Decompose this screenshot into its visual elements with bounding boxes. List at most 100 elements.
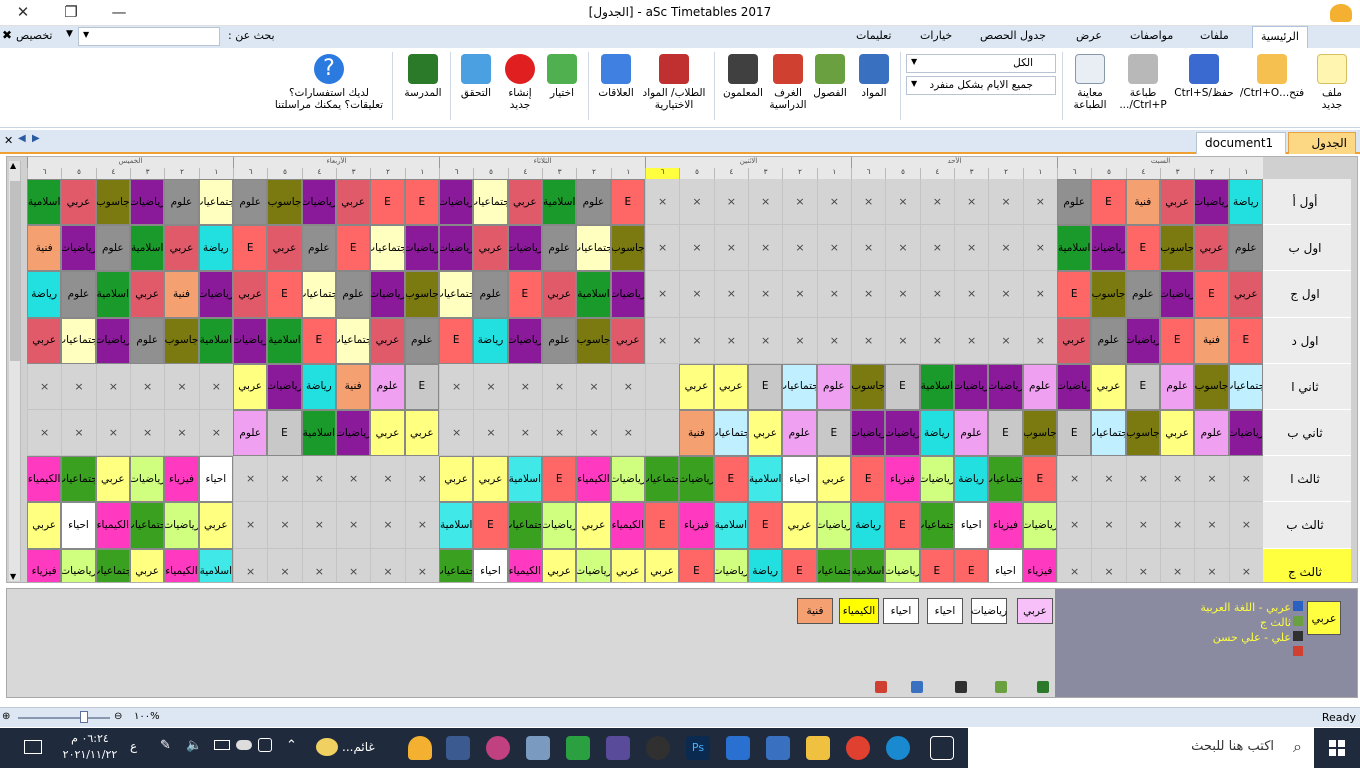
- lesson-card[interactable]: رياضيات: [95, 317, 130, 364]
- lesson-card[interactable]: عربي: [679, 363, 714, 410]
- lesson-card[interactable]: عربي: [542, 548, 577, 582]
- lesson-card[interactable]: اجتماعيات: [473, 179, 508, 226]
- chrome-profile-icon[interactable]: [486, 736, 510, 760]
- empty-slot[interactable]: ×: [610, 410, 645, 457]
- photoshop-icon[interactable]: Ps: [686, 736, 710, 760]
- empty-slot[interactable]: ×: [679, 179, 714, 226]
- tab-scroll-left-icon[interactable]: ◀: [18, 133, 26, 144]
- lesson-card[interactable]: عربي: [370, 317, 405, 364]
- lesson-card[interactable]: علوم: [1125, 271, 1160, 318]
- lesson-card[interactable]: جاسوب: [1022, 410, 1057, 457]
- lesson-card[interactable]: فيزياء: [1022, 548, 1057, 582]
- lesson-card[interactable]: E: [439, 317, 474, 364]
- lesson-card[interactable]: عربي: [816, 456, 851, 503]
- customize-dropdown-icon[interactable]: ▼: [66, 29, 73, 39]
- empty-slot[interactable]: ×: [713, 179, 748, 226]
- lesson-card[interactable]: اسلامية: [748, 456, 783, 503]
- lesson-card[interactable]: E: [1228, 317, 1263, 364]
- empty-slot[interactable]: ×: [748, 317, 783, 364]
- lesson-card[interactable]: E: [1125, 363, 1160, 410]
- lesson-card[interactable]: اجتماعيات: [439, 271, 474, 318]
- save-button[interactable]: حفظ/Ctrl+S: [1172, 54, 1236, 99]
- lesson-card[interactable]: رياضيات: [576, 548, 611, 582]
- lesson-card[interactable]: عربي: [542, 271, 577, 318]
- empty-slot[interactable]: ×: [816, 271, 851, 318]
- empty-slot[interactable]: ×: [816, 179, 851, 226]
- empty-slot[interactable]: ×: [130, 410, 165, 457]
- lesson-card[interactable]: عربي: [782, 502, 817, 549]
- empty-slot[interactable]: ×: [679, 271, 714, 318]
- lesson-card[interactable]: اجتماعيات: [988, 456, 1023, 503]
- lesson-card[interactable]: اجتماعيات: [782, 363, 817, 410]
- unplaced-lesson-card[interactable]: رياضيات: [971, 598, 1007, 624]
- lesson-card[interactable]: E: [1160, 317, 1195, 364]
- lesson-card[interactable]: عربي: [473, 225, 508, 272]
- lesson-card[interactable]: احياء: [782, 456, 817, 503]
- lesson-card[interactable]: E: [370, 179, 405, 226]
- lesson-card[interactable]: رياضة: [27, 271, 62, 318]
- empty-slot[interactable]: [645, 410, 680, 457]
- empty-slot[interactable]: ×: [851, 271, 886, 318]
- filter-days-select[interactable]: ▼ جميع الايام بشكل منفرد: [906, 76, 1056, 95]
- lesson-card[interactable]: احياء: [473, 548, 508, 582]
- lesson-card[interactable]: جاسوب: [576, 317, 611, 364]
- lesson-card[interactable]: رياضيات: [679, 456, 714, 503]
- keyboard-app-icon[interactable]: [526, 736, 550, 760]
- empty-slot[interactable]: ×: [95, 410, 130, 457]
- empty-slot[interactable]: ×: [27, 363, 62, 410]
- lesson-card[interactable]: علوم: [1160, 363, 1195, 410]
- zoom-slider[interactable]: [18, 717, 110, 719]
- lesson-card[interactable]: رياضيات: [1125, 317, 1160, 364]
- lesson-card[interactable]: رياضيات: [1194, 179, 1229, 226]
- lesson-card[interactable]: علوم: [130, 317, 165, 364]
- class-row-label[interactable]: اول د: [1259, 317, 1351, 364]
- empty-slot[interactable]: ×: [782, 179, 817, 226]
- lesson-card[interactable]: رياضيات: [370, 271, 405, 318]
- class-row-label[interactable]: ثالث ج: [1259, 548, 1351, 582]
- lesson-card[interactable]: عربي: [1194, 225, 1229, 272]
- empty-slot[interactable]: ×: [679, 225, 714, 272]
- camtasia-icon[interactable]: [566, 736, 590, 760]
- empty-slot[interactable]: ×: [954, 271, 989, 318]
- zoom-thumb[interactable]: [80, 711, 88, 723]
- lesson-card[interactable]: علوم: [576, 179, 611, 226]
- empty-slot[interactable]: ×: [1125, 456, 1160, 503]
- empty-slot[interactable]: ×: [954, 179, 989, 226]
- lesson-card[interactable]: علوم: [233, 410, 268, 457]
- empty-slot[interactable]: ×: [816, 317, 851, 364]
- edge-icon[interactable]: [886, 736, 910, 760]
- choose-button[interactable]: اختيار: [542, 54, 582, 99]
- lesson-card[interactable]: فيزياء: [885, 456, 920, 503]
- lesson-card[interactable]: رياضيات: [130, 456, 165, 503]
- empty-slot[interactable]: ×: [198, 363, 233, 410]
- lesson-card[interactable]: علوم: [95, 225, 130, 272]
- students-button[interactable]: الطلاب/ المواد الاختيارية: [636, 54, 712, 111]
- lesson-card[interactable]: عربي: [27, 317, 62, 364]
- lesson-card[interactable]: اسلامية: [95, 271, 130, 318]
- lesson-card[interactable]: E: [404, 363, 439, 410]
- lesson-card[interactable]: رياضيات: [439, 179, 474, 226]
- lesson-card[interactable]: فنية: [1194, 317, 1229, 364]
- menu-view[interactable]: عرض: [1076, 29, 1102, 42]
- lesson-card[interactable]: فنية: [1125, 179, 1160, 226]
- lesson-card[interactable]: رياضة: [1228, 179, 1263, 226]
- video-editor-icon[interactable]: [606, 736, 630, 760]
- lesson-card[interactable]: اجتماعيات: [1228, 363, 1263, 410]
- rooms-small-icon[interactable]: [875, 681, 887, 693]
- zoom-in-icon[interactable]: ⊕: [2, 711, 10, 722]
- lesson-card[interactable]: E: [782, 548, 817, 582]
- camera-icon[interactable]: [258, 738, 272, 752]
- empty-slot[interactable]: ×: [851, 317, 886, 364]
- empty-slot[interactable]: ×: [336, 502, 371, 549]
- empty-slot[interactable]: ×: [267, 502, 302, 549]
- lesson-card[interactable]: فنية: [336, 363, 371, 410]
- empty-slot[interactable]: ×: [1057, 502, 1092, 549]
- lesson-card[interactable]: رياضة: [919, 410, 954, 457]
- lesson-card[interactable]: علوم: [1228, 225, 1263, 272]
- empty-slot[interactable]: ×: [370, 502, 405, 549]
- lesson-card[interactable]: E: [645, 502, 680, 549]
- lesson-card[interactable]: اسلامية: [27, 179, 62, 226]
- mail-icon[interactable]: [726, 736, 750, 760]
- lesson-card[interactable]: رياضيات: [404, 225, 439, 272]
- empty-slot[interactable]: ×: [988, 317, 1023, 364]
